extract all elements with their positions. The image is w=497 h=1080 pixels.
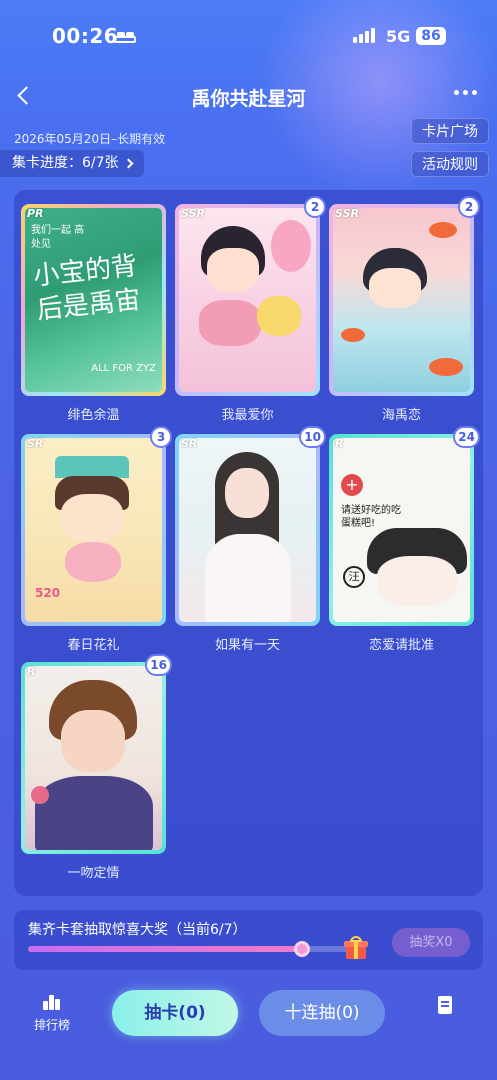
card-art-text: 请送好吃的吃蛋糕吧! [341,505,401,529]
card-frame: PR 我们一起 高处见 小宝的背后是禹宙 ALL FOR ZYZ [21,204,166,396]
character-face [61,494,123,542]
character-face [369,268,421,308]
progress-knob [294,941,311,957]
card-item[interactable]: 2 SSR 我最爱你 [175,196,326,423]
status-bar: 00:26 5G 86 [0,0,497,74]
yellow-pet [257,296,301,336]
leaderboard-button[interactable]: 排行榜 [30,994,74,1033]
records-icon[interactable] [438,996,452,1014]
leaderboard-label: 排行榜 [33,1018,70,1032]
rarity-badge: SSR [335,207,359,220]
bottom-action-bar: 排行榜 抽卡(0) 十连抽(0) [0,980,497,1080]
rarity-badge: SSR [181,207,205,220]
rarity-badge: R [27,665,36,678]
card-name: 一吻定情 [67,866,120,881]
card-frame: R + 请送好吃的吃蛋糕吧! 汪 [329,434,474,626]
card-art [179,438,316,622]
grand-prize-label: 集齐卡套抽取惊喜大奖（当前6/7） [28,922,247,938]
gift-icon [344,936,368,960]
card-collection-panel: PR 我们一起 高处见 小宝的背后是禹宙 ALL FOR ZYZ 绯色余温 2 … [14,190,483,896]
card-item[interactable]: 24 R + 请送好吃的吃蛋糕吧! 汪 恋爱请批准 [329,426,480,653]
lottery-button[interactable]: 抽奖X0 [392,928,470,957]
page-title: 禹你共赴星河 [191,88,306,110]
card-count-badge: 2 [304,196,326,218]
card-count-badge: 2 [458,196,480,218]
card-frame: SSR [329,204,474,396]
white-dress [205,534,291,622]
card-art: + 请送好吃的吃蛋糕吧! 汪 [333,438,470,622]
activity-rules-button[interactable]: 活动规则 [411,151,489,177]
card-art-text: 小宝的背后是禹宙 [31,251,143,326]
chevron-right-icon [123,158,133,169]
plus-icon: + [341,474,363,496]
collection-progress-label: 集卡进度：6/7张 [12,155,119,171]
character-face [225,468,269,518]
fish-icon [429,358,463,376]
card-art [333,208,470,392]
character-face [207,248,259,292]
leaderboard-icon [43,994,61,1010]
sleep-mode-icon [114,30,136,44]
rarity-badge: PR [27,207,44,220]
card-name: 绯色余温 [67,408,120,423]
fish-icon [341,328,365,342]
card-art-tag: ALL FOR ZYZ [91,363,156,374]
grand-prize-progress-bar [28,941,348,957]
rarity-badge: SR [181,437,198,450]
card-art [179,208,316,392]
card-art-subtitle: 我们一起 高处见 [31,225,85,250]
card-frame: R [21,662,166,854]
rose-icon [31,786,49,804]
card-item[interactable]: 3 SR 520 春日花礼 [21,426,172,653]
grand-prize-progress-fill [28,946,303,952]
card-frame: SSR [175,204,320,396]
character-face [377,556,457,606]
green-crown [55,456,129,478]
pink-balloon [271,220,311,272]
grand-prize-progress: 集齐卡套抽取惊喜大奖（当前6/7） 抽奖X0 [14,910,483,970]
card-art: 我们一起 高处见 小宝的背后是禹宙 ALL FOR ZYZ [25,208,162,392]
rarity-badge: R [335,437,344,450]
ten-draw-button[interactable]: 十连抽(0) [259,990,385,1036]
rarity-badge: SR [27,437,44,450]
card-name: 如果有一天 [214,638,280,653]
card-item[interactable]: 2 SSR 海禹恋 [329,196,480,423]
card-art [25,666,162,850]
status-time: 00:26 [52,24,119,48]
roses-bouquet [199,300,261,346]
card-count-badge: 24 [453,426,480,448]
card-name: 海禹恋 [381,408,421,423]
card-item[interactable]: PR 我们一起 高处见 小宝的背后是禹宙 ALL FOR ZYZ 绯色余温 [21,204,166,423]
card-frame: SR 520 [21,434,166,626]
card-art-tag: 汪 [343,566,365,588]
fish-icon [429,222,457,238]
draw-card-button[interactable]: 抽卡(0) [112,990,238,1036]
card-art-tag: 520 [35,586,61,600]
card-name: 我最爱你 [221,408,274,423]
battery-level: 86 [416,27,446,45]
character-face [61,710,125,772]
validity-period: 2026年05月20日–长期有效 [14,132,166,146]
card-count-badge: 10 [299,426,326,448]
signal-icon [353,28,375,43]
card-count-badge: 3 [150,426,172,448]
card-name: 恋爱请批准 [368,638,434,653]
purple-suit [35,776,153,850]
card-name: 春日花礼 [67,638,120,653]
card-art: 520 [25,438,162,622]
flower-bouquet [65,542,121,582]
network-type: 5G [386,27,411,46]
card-square-button[interactable]: 卡片广场 [411,118,489,144]
card-item[interactable]: 10 SR 如果有一天 [175,426,326,653]
collection-progress-button[interactable]: 集卡进度：6/7张 [0,150,144,177]
card-frame: SR [175,434,320,626]
more-options-button[interactable] [454,90,477,95]
card-count-badge: 16 [145,654,172,676]
card-item[interactable]: 16 R 一吻定情 [21,654,172,881]
